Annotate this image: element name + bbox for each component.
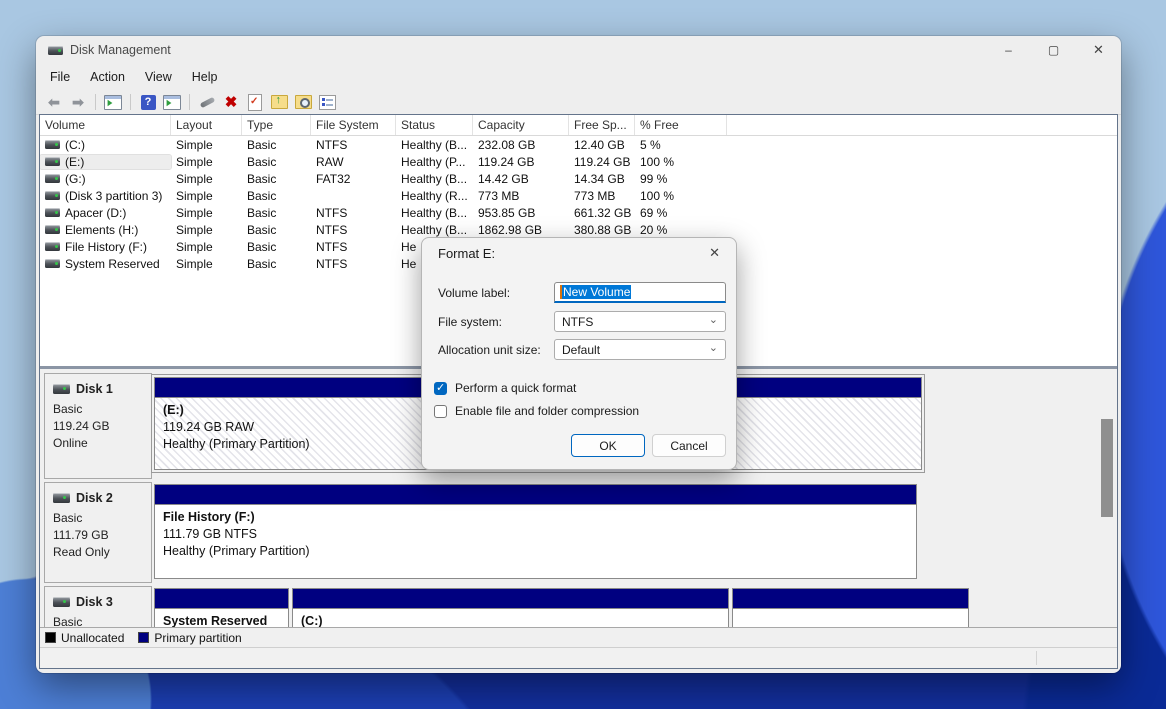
disk2-label[interactable]: Disk 2 Basic 111.79 GB Read Only <box>44 482 152 583</box>
folder-explore-icon[interactable] <box>293 93 313 111</box>
legend-primary-partition: Primary partition <box>138 631 241 645</box>
volume-icon <box>45 140 60 149</box>
back-icon[interactable]: ⬅ <box>44 93 64 111</box>
task-check-icon[interactable] <box>245 93 265 111</box>
ok-button[interactable]: OK <box>571 434 645 457</box>
status-bar-divider <box>1036 651 1037 665</box>
partition-header-bar <box>155 589 288 609</box>
disk-icon <box>53 597 70 607</box>
quick-format-checkbox[interactable] <box>434 382 447 395</box>
menu-view[interactable]: View <box>135 67 182 87</box>
menu-bar: File Action View Help <box>36 64 1121 90</box>
volume-row-g[interactable]: (G:) SimpleBasic FAT32Healthy (B... 14.4… <box>40 170 1117 187</box>
disk-icon <box>53 493 70 503</box>
action-pane-icon[interactable] <box>162 93 182 111</box>
volume-icon <box>45 242 60 251</box>
volume-row-c[interactable]: (C:) SimpleBasic NTFSHealthy (B... 232.0… <box>40 136 1117 153</box>
primary-partition-swatch <box>138 632 149 643</box>
volume-row-disk3-partition3[interactable]: (Disk 3 partition 3) SimpleBasic Healthy… <box>40 187 1117 204</box>
toolbar-separator <box>130 94 131 110</box>
column-header-filler <box>727 115 1117 135</box>
selected-text: New Volume <box>560 285 631 299</box>
disk1-label[interactable]: Disk 1 Basic 119.24 GB Online <box>44 373 152 479</box>
partition-header-bar <box>155 485 916 505</box>
volume-list-header: Volume Layout Type File System Status Ca… <box>40 115 1117 136</box>
column-header-file-system[interactable]: File System <box>311 115 396 135</box>
disk-icon <box>53 384 70 394</box>
volume-icon <box>45 259 60 268</box>
file-system-row: File system: NTFS ⌄ <box>438 311 726 332</box>
chevron-down-icon: ⌄ <box>709 313 718 326</box>
format-dialog: Format E: ✕ Volume label: New Volume Fil… <box>421 237 737 470</box>
volume-label-label: Volume label: <box>438 286 554 300</box>
forward-icon[interactable]: ➡ <box>68 93 88 111</box>
chevron-down-icon: ⌄ <box>709 341 718 354</box>
help-icon[interactable]: ? <box>138 93 158 111</box>
file-system-select[interactable]: NTFS ⌄ <box>554 311 726 332</box>
column-header-free-space[interactable]: Free Sp... <box>569 115 635 135</box>
dialog-title-bar[interactable]: Format E: ✕ <box>422 238 736 268</box>
volume-label-row: Volume label: New Volume <box>438 282 726 303</box>
window-title: Disk Management <box>70 43 171 57</box>
menu-help[interactable]: Help <box>182 67 228 87</box>
allocation-row: Allocation unit size: Default ⌄ <box>438 339 726 360</box>
partition-c[interactable]: (C:) <box>292 588 729 627</box>
toolbar-separator <box>189 94 190 110</box>
desktop: Disk Management – ▢ ✕ File Action View H… <box>0 0 1166 709</box>
toolbar-separator <box>95 94 96 110</box>
allocation-unit-select[interactable]: Default ⌄ <box>554 339 726 360</box>
volume-icon <box>45 174 60 183</box>
column-header-pct-free[interactable]: % Free <box>635 115 727 135</box>
dialog-close-icon[interactable]: ✕ <box>703 243 726 263</box>
close-button[interactable]: ✕ <box>1076 36 1121 64</box>
dialog-title: Format E: <box>438 246 495 261</box>
volume-row-e-selected[interactable]: (E:) SimpleBasic RAWHealthy (P... 119.24… <box>40 153 1117 170</box>
compression-checkbox[interactable] <box>434 405 447 418</box>
volume-icon <box>45 225 60 234</box>
quick-format-row: Perform a quick format <box>434 381 736 395</box>
column-header-capacity[interactable]: Capacity <box>473 115 569 135</box>
disk-row-3: Disk 3 Basic System Reserved (C:) <box>44 586 1117 627</box>
legend-bar: Unallocated Primary partition <box>40 627 1117 647</box>
volume-icon <box>45 208 60 217</box>
compression-label: Enable file and folder compression <box>455 404 639 418</box>
toolbar: ⬅ ➡ ? ✖ <box>36 90 1121 115</box>
title-bar[interactable]: Disk Management – ▢ ✕ <box>36 36 1121 64</box>
volume-icon <box>45 191 60 200</box>
folder-open-icon[interactable] <box>269 93 289 111</box>
column-header-volume[interactable]: Volume <box>40 115 171 135</box>
cancel-button[interactable]: Cancel <box>652 434 726 457</box>
file-system-label: File system: <box>438 315 554 329</box>
properties-icon[interactable] <box>317 93 337 111</box>
partition-system-reserved[interactable]: System Reserved <box>154 588 289 627</box>
legend-unallocated: Unallocated <box>45 631 124 645</box>
delete-volume-icon[interactable]: ✖ <box>221 93 241 111</box>
volume-icon <box>45 157 60 166</box>
column-header-layout[interactable]: Layout <box>171 115 242 135</box>
quick-format-label: Perform a quick format <box>455 381 576 395</box>
minimize-button[interactable]: – <box>986 36 1031 64</box>
vertical-scrollbar-thumb[interactable] <box>1101 419 1113 517</box>
partition-header-bar <box>733 589 968 609</box>
status-bar <box>40 647 1117 668</box>
app-icon <box>48 46 63 55</box>
maximize-button[interactable]: ▢ <box>1031 36 1076 64</box>
volume-label-input[interactable]: New Volume <box>554 282 726 303</box>
allocation-label: Allocation unit size: <box>438 343 554 357</box>
column-header-status[interactable]: Status <box>396 115 473 135</box>
compression-row: Enable file and folder compression <box>434 404 736 418</box>
disk3-label[interactable]: Disk 3 Basic <box>44 586 152 627</box>
partition-header-bar <box>293 589 728 609</box>
unallocated-swatch <box>45 632 56 643</box>
column-header-type[interactable]: Type <box>242 115 311 135</box>
disk-row-2: Disk 2 Basic 111.79 GB Read Only File Hi… <box>44 482 1117 583</box>
console-tree-icon[interactable] <box>103 93 123 111</box>
tool-icon[interactable] <box>197 93 217 111</box>
volume-row-apacer-d[interactable]: Apacer (D:) SimpleBasic NTFSHealthy (B..… <box>40 204 1117 221</box>
partition-file-history-f[interactable]: File History (F:) 111.79 GB NTFS Healthy… <box>154 484 917 579</box>
menu-file[interactable]: File <box>40 67 80 87</box>
partition-disk3-extra[interactable] <box>732 588 969 627</box>
volume-row-elements-h[interactable]: Elements (H:) SimpleBasic NTFSHealthy (B… <box>40 221 1117 238</box>
menu-action[interactable]: Action <box>80 67 135 87</box>
